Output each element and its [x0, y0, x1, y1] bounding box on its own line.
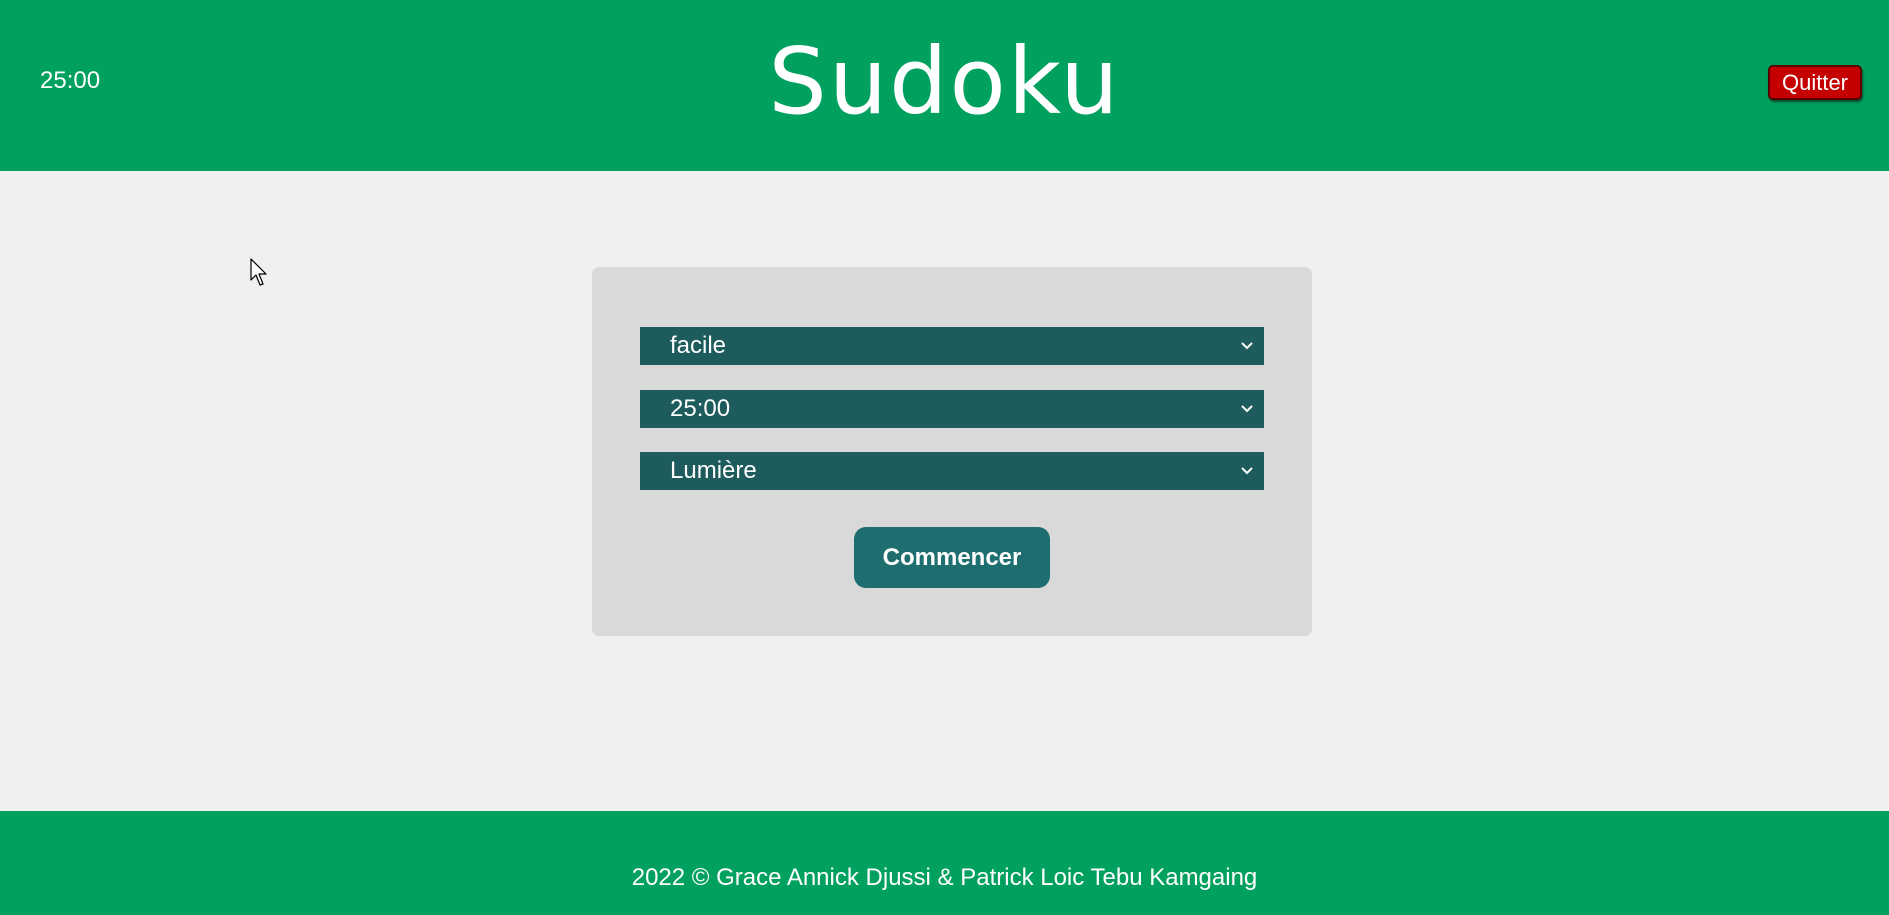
game-settings-panel: facile 25:00 Lumière Commencer [592, 267, 1312, 636]
chevron-down-icon [1238, 390, 1256, 428]
chevron-down-icon [1238, 327, 1256, 365]
quit-button[interactable]: Quitter [1768, 65, 1862, 100]
theme-select-value: Lumière [670, 457, 757, 484]
top-header: 25:00 Sudoku Quitter [0, 0, 1889, 171]
mouse-cursor-icon [250, 258, 270, 288]
theme-select[interactable]: Lumière [640, 452, 1264, 490]
difficulty-select-value: facile [670, 332, 727, 359]
duration-select-value: 25:00 [670, 395, 731, 422]
copyright-text: 2022 © Grace Annick Djussi & Patrick Loi… [631, 864, 1258, 891]
chevron-down-icon [1238, 452, 1256, 490]
difficulty-select[interactable]: facile [640, 327, 1264, 365]
start-button[interactable]: Commencer [854, 527, 1050, 588]
duration-select[interactable]: 25:00 [640, 390, 1264, 428]
page-footer: 2022 © Grace Annick Djussi & Patrick Loi… [0, 811, 1889, 915]
page-title: Sudoku [768, 28, 1121, 135]
